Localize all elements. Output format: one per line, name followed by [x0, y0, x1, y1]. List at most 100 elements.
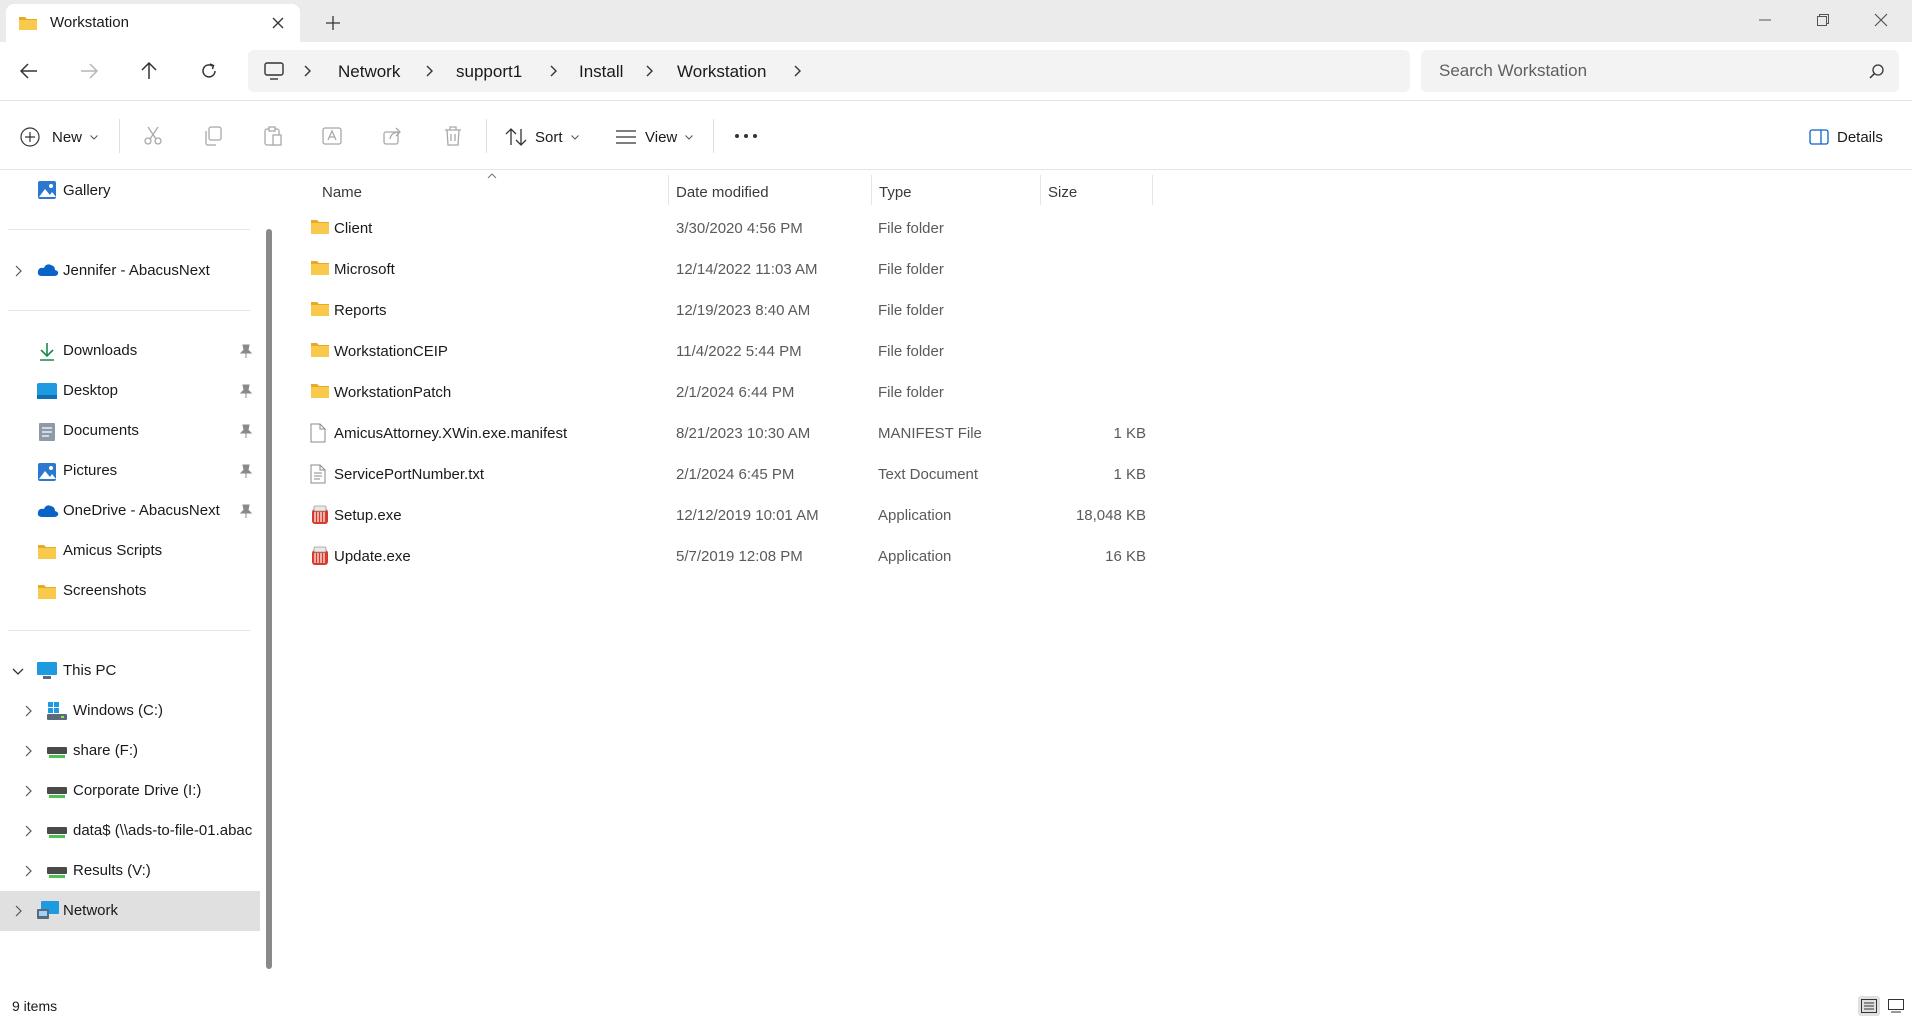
minimize-button[interactable]: [1742, 6, 1788, 34]
sidebar-item-label: Documents: [63, 422, 139, 439]
close-window-button[interactable]: [1858, 6, 1904, 34]
pin-icon[interactable]: [240, 464, 252, 478]
chevron-right-icon[interactable]: [20, 863, 36, 879]
sidebar-item-network[interactable]: Network: [0, 891, 260, 931]
forward-button[interactable]: [72, 54, 106, 88]
new-button[interactable]: New: [20, 123, 98, 151]
file-date: 2/1/2024 6:44 PM: [676, 384, 795, 401]
column-header-type[interactable]: Type: [879, 177, 1039, 207]
sidebar-item-label: Gallery: [63, 182, 111, 199]
refresh-button[interactable]: [192, 54, 226, 88]
search-box[interactable]: [1421, 50, 1899, 92]
sidebar-item-desktop[interactable]: Desktop: [0, 371, 260, 411]
pin-icon[interactable]: [240, 424, 252, 438]
column-divider[interactable]: [1040, 175, 1041, 205]
pin-icon[interactable]: [240, 384, 252, 398]
sidebar-item-this-pc[interactable]: This PC: [0, 651, 260, 691]
chevron-right-icon[interactable]: [10, 903, 26, 919]
chevron-right-icon[interactable]: [304, 65, 312, 77]
column-divider[interactable]: [1152, 175, 1153, 205]
sidebar-item-data-drive[interactable]: data$ (\\ads-to-file-01.abac: [0, 811, 260, 851]
restore-button[interactable]: [1800, 6, 1846, 34]
column-header-size[interactable]: Size: [1048, 177, 1148, 207]
computer-icon[interactable]: [264, 62, 284, 80]
sidebar-item-pictures[interactable]: Pictures: [0, 451, 260, 491]
details-label: Details: [1837, 128, 1883, 146]
cut-icon[interactable]: [140, 123, 166, 149]
breadcrumb-support1[interactable]: support1: [456, 62, 522, 82]
back-button[interactable]: [12, 54, 46, 88]
close-tab-icon[interactable]: [268, 13, 288, 33]
column-divider[interactable]: [668, 175, 669, 205]
file-row[interactable]: AmicusAttorney.XWin.exe.manifest 8/21/20…: [304, 413, 1224, 453]
file-row[interactable]: Client 3/30/2020 4:56 PM File folder: [304, 208, 1224, 248]
file-type: File folder: [878, 302, 944, 319]
column-type-label: Type: [879, 183, 912, 201]
details-pane-button[interactable]: Details: [1809, 123, 1883, 151]
sidebar-item-onedrive-business[interactable]: OneDrive - AbacusNext: [0, 491, 260, 531]
file-row[interactable]: Setup.exe 12/12/2019 10:01 AM Applicatio…: [304, 495, 1224, 535]
chevron-down-icon: [90, 134, 98, 140]
sidebar-item-corporate-drive[interactable]: Corporate Drive (I:): [0, 771, 260, 811]
sort-ascending-icon: [487, 173, 497, 179]
paste-icon[interactable]: [260, 123, 286, 149]
chevron-down-icon: [570, 134, 579, 140]
chevron-right-icon[interactable]: [20, 703, 36, 719]
chevron-right-icon[interactable]: [794, 65, 802, 77]
chevron-right-icon[interactable]: [426, 65, 434, 77]
rename-icon[interactable]: [320, 123, 346, 149]
sidebar-item-downloads[interactable]: Downloads: [0, 331, 260, 371]
more-options-icon[interactable]: [733, 123, 759, 149]
search-icon[interactable]: [1869, 64, 1884, 79]
chevron-right-icon[interactable]: [20, 823, 36, 839]
chevron-down-icon[interactable]: [10, 663, 26, 679]
file-row[interactable]: Reports 12/19/2023 8:40 AM File folder: [304, 290, 1224, 330]
file-row[interactable]: ServicePortNumber.txt 2/1/2024 6:45 PM T…: [304, 454, 1224, 494]
file-row[interactable]: Update.exe 5/7/2019 12:08 PM Application…: [304, 536, 1224, 576]
file-row[interactable]: WorkstationCEIP 11/4/2022 5:44 PM File f…: [304, 331, 1224, 371]
sidebar-scrollbar[interactable]: [266, 229, 272, 969]
breadcrumb[interactable]: Network support1 Install Workstation: [248, 50, 1410, 92]
sidebar-item-amicus-scripts[interactable]: Amicus Scripts: [0, 531, 260, 571]
large-icons-view-button[interactable]: [1885, 996, 1907, 1016]
folder-icon: [37, 543, 57, 563]
chevron-right-icon[interactable]: [20, 783, 36, 799]
sidebar-item-windows-drive[interactable]: Windows (C:): [0, 691, 260, 731]
pin-icon[interactable]: [240, 344, 252, 358]
chevron-right-icon[interactable]: [550, 65, 558, 77]
chevron-right-icon[interactable]: [20, 743, 36, 759]
sidebar-item-share-drive[interactable]: share (F:): [0, 731, 260, 771]
sort-button[interactable]: Sort: [505, 123, 579, 151]
details-view-button[interactable]: [1858, 996, 1880, 1016]
new-tab-button[interactable]: [322, 12, 344, 34]
breadcrumb-network[interactable]: Network: [338, 62, 400, 82]
sidebar-item-results-drive[interactable]: Results (V:): [0, 851, 260, 891]
up-button[interactable]: [132, 54, 166, 88]
chevron-right-icon[interactable]: [10, 263, 26, 279]
file-row[interactable]: Microsoft 12/14/2022 11:03 AM File folde…: [304, 249, 1224, 289]
column-header-name[interactable]: Name: [322, 177, 652, 207]
chevron-right-icon[interactable]: [646, 65, 654, 77]
column-header-date[interactable]: Date modified: [676, 177, 866, 207]
breadcrumb-workstation[interactable]: Workstation: [677, 62, 766, 82]
sidebar-item-gallery[interactable]: Gallery: [0, 171, 260, 211]
copy-icon[interactable]: [200, 123, 226, 149]
column-divider[interactable]: [871, 175, 872, 205]
pin-icon[interactable]: [240, 504, 252, 518]
view-lines-icon: [615, 129, 637, 145]
sidebar-item-onedrive-personal[interactable]: Jennifer - AbacusNext: [0, 251, 260, 291]
file-row[interactable]: WorkstationPatch 2/1/2024 6:44 PM File f…: [304, 372, 1224, 412]
file-name: Client: [334, 220, 373, 237]
sidebar-item-screenshots[interactable]: Screenshots: [0, 571, 260, 611]
sidebar-item-documents[interactable]: Documents: [0, 411, 260, 451]
sidebar-item-label: OneDrive - AbacusNext: [63, 502, 220, 519]
share-icon[interactable]: [380, 123, 406, 149]
sidebar-item-label: Network: [63, 902, 119, 919]
file-icon: [310, 423, 330, 443]
search-input[interactable]: [1421, 50, 1851, 92]
tab-workstation[interactable]: Workstation: [6, 4, 300, 42]
delete-icon[interactable]: [440, 123, 466, 149]
view-button[interactable]: View: [615, 123, 694, 151]
network-drive-icon: [47, 865, 67, 885]
breadcrumb-install[interactable]: Install: [579, 62, 623, 82]
